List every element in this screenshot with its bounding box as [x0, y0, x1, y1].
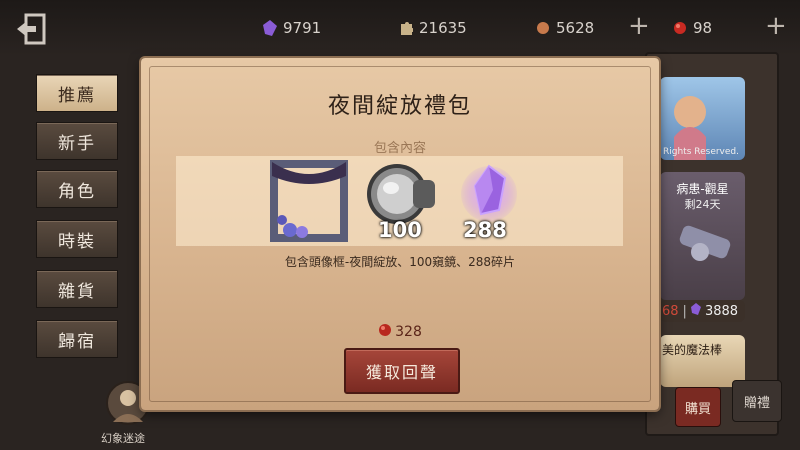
dialog-title: 夜間綻放禮包 [327, 94, 472, 119]
fragment-currency: 21635 [399, 18, 467, 38]
sidebar-item-character[interactable]: 角色 [36, 170, 118, 208]
get-echo-button[interactable]: 獲取回聲 [344, 348, 460, 394]
puzzle-piece-icon [399, 20, 414, 36]
token-count: 5628 [556, 19, 595, 37]
avatar-frame-item[interactable] [268, 158, 350, 244]
sidebar-item-costume[interactable]: 時裝 [36, 220, 118, 258]
item-list: 100 288 [176, 156, 623, 246]
telescope-item[interactable]: 100 [363, 160, 443, 244]
featured-card-1[interactable]: Rights Reserved. [660, 77, 745, 160]
purple-crystal-icon [263, 20, 277, 36]
purple-crystal-icon [461, 164, 517, 222]
rights-text: Rights Reserved. [663, 147, 739, 157]
fragment-count: 21635 [419, 19, 467, 37]
featured-card-2[interactable]: 病患-觀星 剩24天 [660, 172, 745, 300]
pack-price: 328 [141, 323, 659, 341]
bottom-label: 幻象迷途 [101, 432, 145, 445]
red-echo-icon [673, 20, 687, 36]
sidebar-item-goods[interactable]: 雜貨 [36, 270, 118, 308]
bronze-token-icon [536, 20, 550, 36]
content-label: 包含內容 [373, 141, 426, 156]
telescope-qty: 100 [378, 218, 422, 242]
divider: | [682, 303, 687, 319]
avatar-frame-icon [270, 160, 348, 242]
sidebar-item-home[interactable]: 歸宿 [36, 320, 118, 358]
sidebar-item-newbie[interactable]: 新手 [36, 122, 118, 160]
card-title: 美的魔法棒 [662, 343, 723, 357]
sidebar-item-recommended[interactable]: 推薦 [36, 74, 118, 112]
gift-pack-dialog: 夜間綻放禮包 包含內容 100 288 包含頭像框-夜間綻放、100窺鏡、288… [141, 58, 659, 410]
crystal-currency: 9791 [263, 18, 321, 38]
crystal-item[interactable]: 288 [459, 160, 529, 244]
add-token-button[interactable]: + [628, 13, 650, 39]
telescope-art-icon [679, 225, 731, 261]
price-row: 68 | 3888 [660, 300, 745, 322]
price-right: 3888 [704, 303, 739, 319]
exit-icon[interactable] [14, 12, 50, 46]
gift-stamp-button[interactable]: 贈禮 [732, 380, 782, 422]
purple-crystal-icon [690, 303, 701, 319]
price-value: 328 [395, 324, 422, 340]
echo-currency: 98 [673, 18, 712, 38]
crystal-qty: 288 [463, 218, 507, 242]
crystal-count: 9791 [283, 19, 322, 37]
purchase-stamp-button[interactable]: 購買 [675, 387, 721, 427]
price-left: 68 [662, 303, 679, 319]
featured-card-3[interactable]: 美的魔法棒 [660, 335, 745, 387]
token-currency: 5628 [536, 18, 594, 38]
pack-description: 包含頭像框-夜間綻放、100窺鏡、288碎片 [284, 255, 516, 269]
echo-count: 98 [693, 19, 713, 37]
add-echo-button[interactable]: + [765, 13, 787, 39]
red-echo-icon [378, 323, 392, 341]
